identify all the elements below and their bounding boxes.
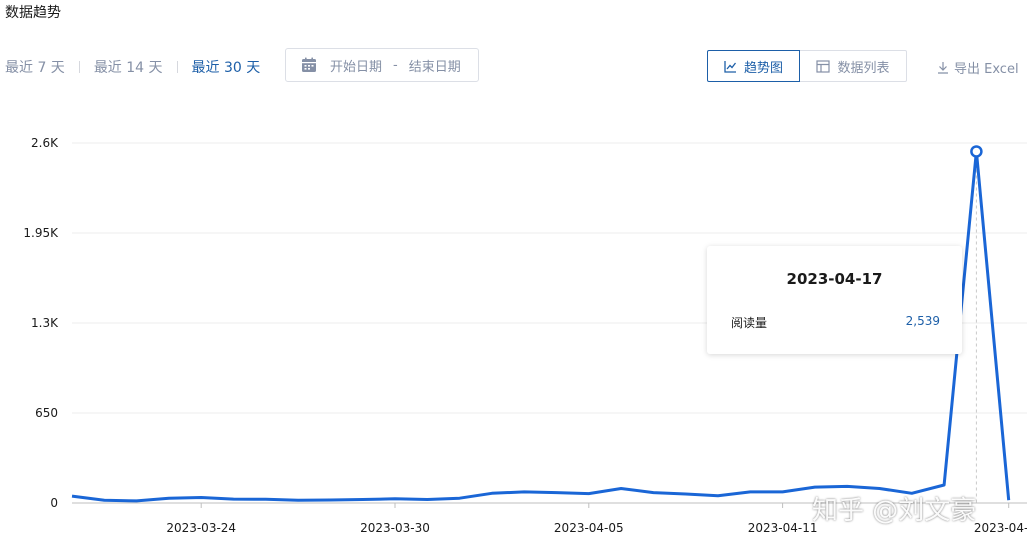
tooltip-series-name: 阅读量 [731,316,768,330]
range-divider [176,61,178,73]
trend-chart-button[interactable]: 趋势图 [707,50,800,82]
page-title: 数据趋势 [5,5,61,21]
download-icon [938,62,948,74]
highlight-point [970,145,983,158]
y-tick-label: 1.3K [31,316,59,330]
range-14-days[interactable]: 最近 14 天 [94,57,163,77]
y-tick-label: 0 [50,496,58,510]
data-list-button[interactable]: 数据列表 [800,50,907,82]
range-divider [78,61,80,73]
date-range-picker[interactable]: 开始日期 - 结束日期 [285,48,479,82]
calendar-icon [300,56,318,74]
y-tick-label: 650 [35,406,58,420]
date-separator: - [393,57,398,73]
export-excel-button[interactable]: 导出 Excel [937,58,1019,77]
y-tick-label: 2.6K [31,136,59,150]
view-toggle: 趋势图 数据列表 [707,50,907,82]
x-tick-label: 2023-04-18 [974,521,1027,535]
x-tick-label: 2023-04-11 [748,521,818,535]
x-tick-label: 2023-03-30 [360,521,430,535]
trend-chart-label: 趋势图 [743,60,783,76]
start-date-input[interactable]: 开始日期 [330,56,382,75]
table-icon [816,59,831,73]
x-tick-label: 2023-03-24 [166,521,236,535]
range-7-days[interactable]: 最近 7 天 [5,57,65,77]
chart-tooltip: 2023-04-17 阅读量 2,539 [707,246,962,354]
range-30-days[interactable]: 最近 30 天 [192,57,261,77]
watermark: 知乎 @刘文豪 [812,496,977,526]
y-tick-label: 1.95K [23,226,59,240]
line-chart-icon [724,60,736,73]
tooltip-value: 2,539 [905,314,940,328]
export-excel-label: 导出 Excel [954,62,1019,77]
data-list-label: 数据列表 [837,60,890,76]
date-range-selector: 最近 7 天 最近 14 天 最近 30 天 [5,57,260,77]
x-tick-label: 2023-04-05 [554,521,624,535]
end-date-input[interactable]: 结束日期 [409,56,461,75]
tooltip-date: 2023-04-17 [786,270,883,288]
